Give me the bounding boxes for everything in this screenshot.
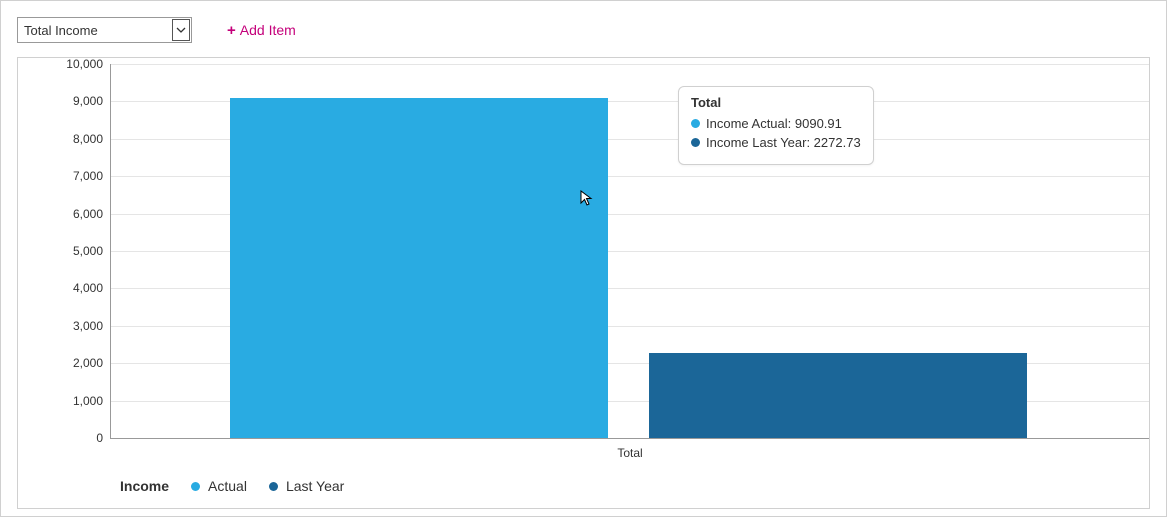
x-category-label: Total [617, 446, 642, 460]
toolbar: Total Income + Add Item [17, 17, 1150, 43]
ytick-label: 1,000 [48, 394, 103, 408]
chart-panel: 10,000 9,000 8,000 7,000 6,000 5,000 4,0… [17, 57, 1150, 509]
ytick-label: 5,000 [48, 244, 103, 258]
plus-icon: + [227, 22, 236, 39]
category-select-value: Total Income [24, 23, 98, 38]
chart-tooltip: Total Income Actual: 9090.91 Income Last… [678, 86, 874, 165]
legend-item-actual[interactable]: Actual [191, 478, 247, 494]
ytick-label: 9,000 [48, 94, 103, 108]
add-item-button[interactable]: + Add Item [227, 22, 296, 39]
legend-item-last-year[interactable]: Last Year [269, 478, 344, 494]
ytick-label: 0 [48, 431, 103, 445]
dot-icon [191, 482, 200, 491]
legend-title: Income [120, 478, 169, 494]
ytick-label: 10,000 [48, 57, 103, 71]
ytick-label: 2,000 [48, 356, 103, 370]
plot-area: 10,000 9,000 8,000 7,000 6,000 5,000 4,0… [110, 64, 1150, 438]
tooltip-row-lastyear: Income Last Year: 2272.73 [691, 135, 861, 150]
dot-icon [691, 119, 700, 128]
add-item-label: Add Item [240, 22, 296, 38]
ytick-label: 3,000 [48, 319, 103, 333]
bar-income-last-year[interactable] [649, 353, 1027, 438]
ytick-label: 6,000 [48, 207, 103, 221]
ytick-label: 8,000 [48, 132, 103, 146]
legend-item-label: Actual [208, 478, 247, 494]
ytick-label: 4,000 [48, 281, 103, 295]
app-container: Total Income + Add Item 10,000 9, [0, 0, 1167, 517]
dot-icon [691, 138, 700, 147]
bar-income-actual[interactable] [230, 98, 608, 438]
ytick-label: 7,000 [48, 169, 103, 183]
chevron-down-icon [172, 19, 190, 41]
chart-legend: Income Actual Last Year [120, 478, 344, 494]
tooltip-row-label: Income Last Year: 2272.73 [706, 135, 861, 150]
legend-item-label: Last Year [286, 478, 344, 494]
tooltip-row-actual: Income Actual: 9090.91 [691, 116, 861, 131]
tooltip-title: Total [691, 95, 861, 110]
category-select[interactable]: Total Income [17, 17, 192, 43]
tooltip-row-label: Income Actual: 9090.91 [706, 116, 842, 131]
dot-icon [269, 482, 278, 491]
